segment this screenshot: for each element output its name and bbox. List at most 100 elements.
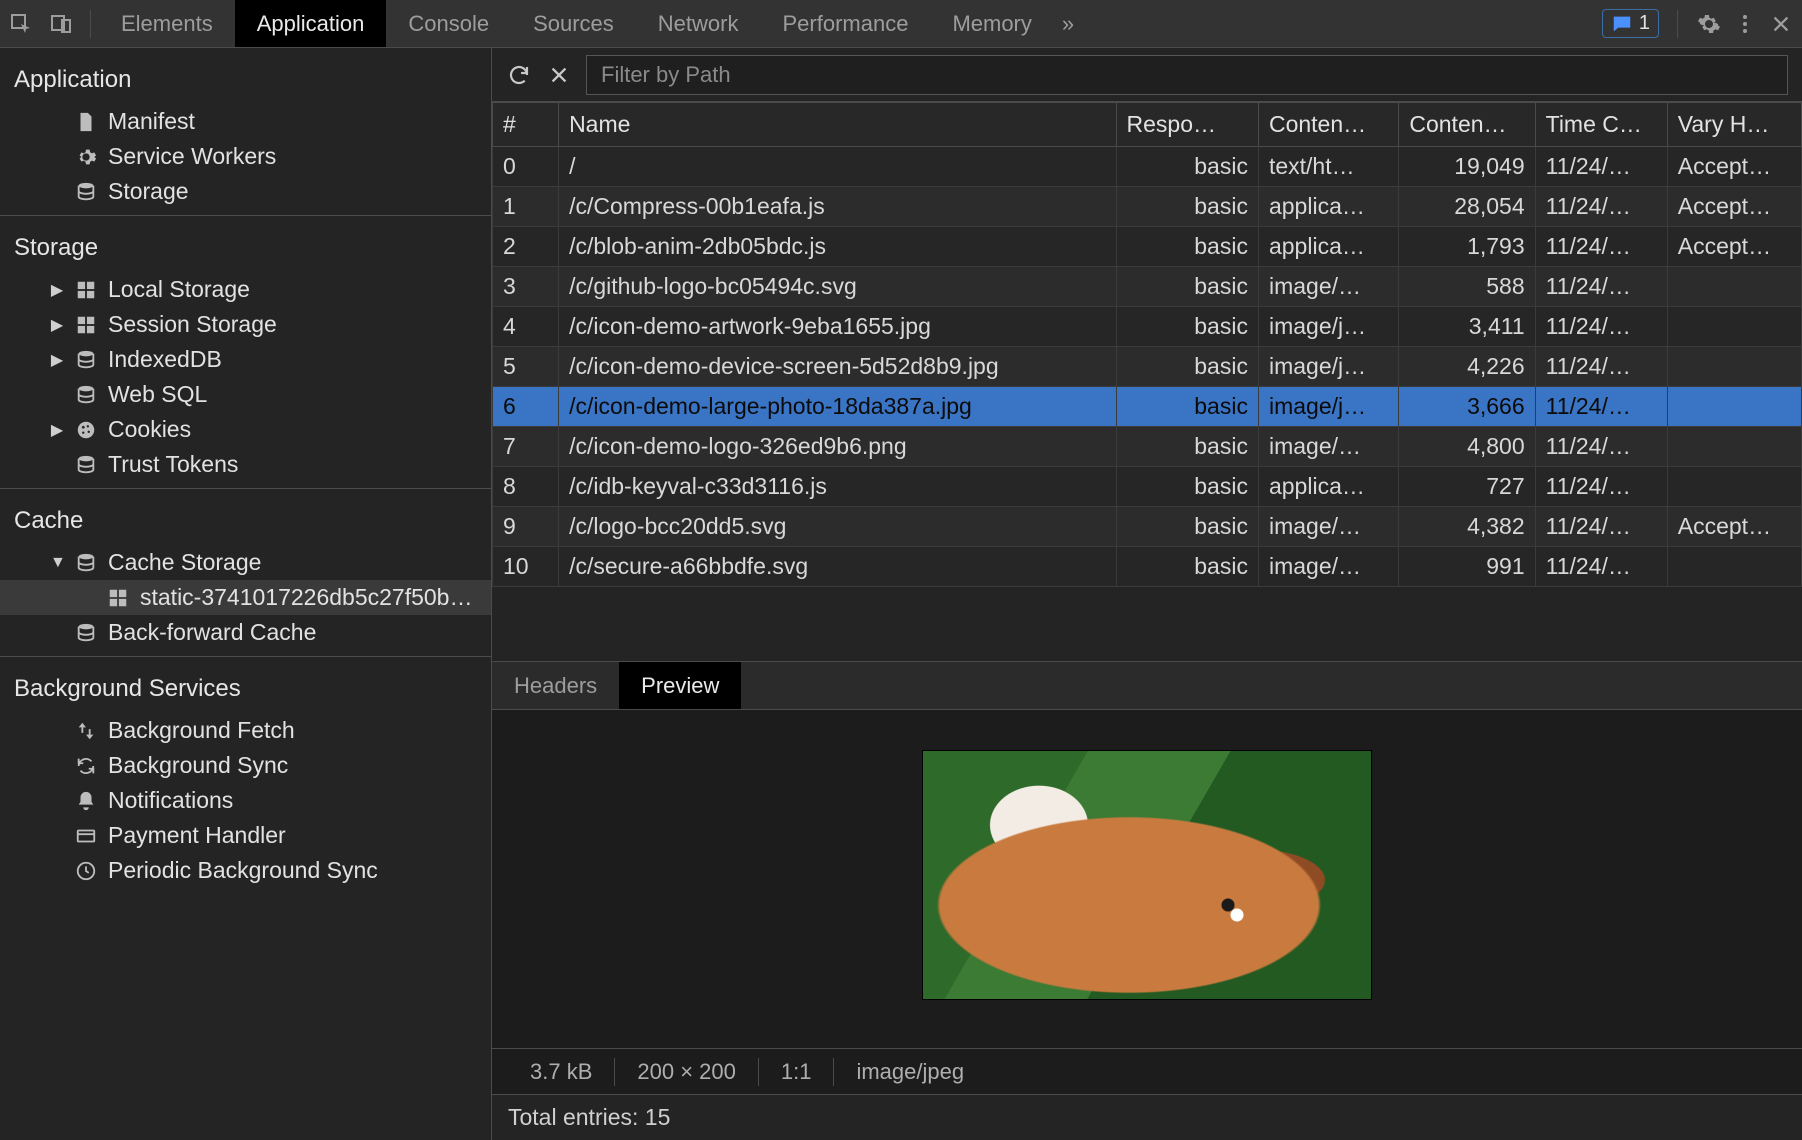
cache-content-pane: #NameRespo…Conten…Conten…Time C…Vary H… … bbox=[492, 48, 1802, 1140]
column-header[interactable]: Respo… bbox=[1116, 103, 1258, 147]
cell-idx: 4 bbox=[493, 307, 559, 347]
column-header[interactable]: Time C… bbox=[1535, 103, 1667, 147]
device-toggle-icon[interactable] bbox=[48, 11, 74, 37]
cell-vary: Accept… bbox=[1667, 147, 1801, 187]
column-header[interactable]: Vary H… bbox=[1667, 103, 1801, 147]
expand-caret-icon[interactable]: ▶ bbox=[50, 350, 64, 370]
database-icon bbox=[74, 180, 98, 204]
preview-tab-preview[interactable]: Preview bbox=[619, 662, 741, 709]
table-row[interactable]: 6/c/icon-demo-large-photo-18da387a.jpgba… bbox=[493, 387, 1802, 427]
more-tabs-button[interactable]: » bbox=[1054, 11, 1082, 37]
table-row[interactable]: 3/c/github-logo-bc05494c.svgbasicimage/…… bbox=[493, 267, 1802, 307]
tab-memory[interactable]: Memory bbox=[930, 0, 1053, 47]
sidebar-item[interactable]: Payment Handler bbox=[0, 818, 491, 853]
cell-time: 11/24/… bbox=[1535, 267, 1667, 307]
cell-time: 11/24/… bbox=[1535, 467, 1667, 507]
cell-vary bbox=[1667, 267, 1801, 307]
table-row[interactable]: 4/c/icon-demo-artwork-9eba1655.jpgbasici… bbox=[493, 307, 1802, 347]
sidebar-item-label: Manifest bbox=[108, 108, 195, 135]
sidebar-item-label: Local Storage bbox=[108, 276, 250, 303]
sidebar-item[interactable]: Trust Tokens bbox=[0, 447, 491, 482]
cell-ctype: applica… bbox=[1258, 227, 1398, 267]
sidebar-item[interactable]: ▶Cookies bbox=[0, 412, 491, 447]
tab-sources[interactable]: Sources bbox=[511, 0, 636, 47]
preview-zoom: 1:1 bbox=[759, 1059, 834, 1085]
cell-idx: 0 bbox=[493, 147, 559, 187]
column-header[interactable]: # bbox=[493, 103, 559, 147]
cell-idx: 7 bbox=[493, 427, 559, 467]
expand-caret-icon[interactable]: ▼ bbox=[50, 554, 64, 572]
sidebar-item[interactable]: Service Workers bbox=[0, 139, 491, 174]
delete-icon[interactable] bbox=[546, 62, 572, 88]
cell-time: 11/24/… bbox=[1535, 427, 1667, 467]
column-header[interactable]: Name bbox=[559, 103, 1116, 147]
tab-console[interactable]: Console bbox=[386, 0, 511, 47]
cell-vary bbox=[1667, 307, 1801, 347]
sidebar-item[interactable]: ▶IndexedDB bbox=[0, 342, 491, 377]
preview-tab-headers[interactable]: Headers bbox=[492, 662, 619, 709]
table-row[interactable]: 0/basictext/ht…19,04911/24/…Accept… bbox=[493, 147, 1802, 187]
cell-ctype: image/… bbox=[1258, 547, 1398, 587]
cell-resp: basic bbox=[1116, 507, 1258, 547]
sidebar-item[interactable]: ▶Session Storage bbox=[0, 307, 491, 342]
cell-idx: 5 bbox=[493, 347, 559, 387]
sidebar-item[interactable]: Background Sync bbox=[0, 748, 491, 783]
table-row[interactable]: 10/c/secure-a66bbdfe.svgbasicimage/…9911… bbox=[493, 547, 1802, 587]
sidebar-item[interactable]: Back-forward Cache bbox=[0, 615, 491, 650]
refresh-icon[interactable] bbox=[506, 62, 532, 88]
table-row[interactable]: 9/c/logo-bcc20dd5.svgbasicimage/…4,38211… bbox=[493, 507, 1802, 547]
expand-caret-icon[interactable]: ▶ bbox=[50, 280, 64, 300]
table-row[interactable]: 8/c/idb-keyval-c33d3116.jsbasicapplica…7… bbox=[493, 467, 1802, 507]
close-devtools-icon[interactable] bbox=[1768, 11, 1794, 37]
sidebar-item[interactable]: Storage bbox=[0, 174, 491, 209]
sidebar-item[interactable]: Notifications bbox=[0, 783, 491, 818]
sidebar-item[interactable]: Manifest bbox=[0, 104, 491, 139]
column-header[interactable]: Conten… bbox=[1399, 103, 1535, 147]
sidebar-item-label: Trust Tokens bbox=[108, 451, 238, 478]
sidebar-item[interactable]: Background Fetch bbox=[0, 713, 491, 748]
grid-icon bbox=[106, 586, 130, 610]
table-row[interactable]: 7/c/icon-demo-logo-326ed9b6.pngbasicimag… bbox=[493, 427, 1802, 467]
database-icon bbox=[74, 453, 98, 477]
settings-icon[interactable] bbox=[1696, 11, 1722, 37]
cell-ctype: applica… bbox=[1258, 187, 1398, 227]
cell-resp: basic bbox=[1116, 267, 1258, 307]
table-row[interactable]: 1/c/Compress-00b1eafa.jsbasicapplica…28,… bbox=[493, 187, 1802, 227]
preview-dimensions: 200 × 200 bbox=[615, 1059, 757, 1085]
cell-time: 11/24/… bbox=[1535, 307, 1667, 347]
cell-vary bbox=[1667, 467, 1801, 507]
cell-resp: basic bbox=[1116, 187, 1258, 227]
sidebar-item-label: Service Workers bbox=[108, 143, 276, 170]
filter-input[interactable] bbox=[586, 55, 1788, 95]
cell-time: 11/24/… bbox=[1535, 547, 1667, 587]
cell-clen: 28,054 bbox=[1399, 187, 1535, 227]
updown-icon bbox=[74, 719, 98, 743]
application-sidebar: ApplicationManifestService WorkersStorag… bbox=[0, 48, 492, 1140]
sidebar-item-label: Periodic Background Sync bbox=[108, 857, 378, 884]
sidebar-item[interactable]: Web SQL bbox=[0, 377, 491, 412]
cell-resp: basic bbox=[1116, 387, 1258, 427]
preview-image bbox=[922, 750, 1372, 1000]
tab-network[interactable]: Network bbox=[636, 0, 761, 47]
messages-badge[interactable]: 1 bbox=[1602, 9, 1659, 38]
cell-vary bbox=[1667, 347, 1801, 387]
cache-entries-table[interactable]: #NameRespo…Conten…Conten…Time C…Vary H… … bbox=[492, 102, 1802, 662]
sidebar-item[interactable]: static-3741017226db5c27f50b… bbox=[0, 580, 491, 615]
sidebar-item[interactable]: Periodic Background Sync bbox=[0, 853, 491, 888]
tab-application[interactable]: Application bbox=[235, 0, 387, 47]
column-header[interactable]: Conten… bbox=[1258, 103, 1398, 147]
inspect-icon[interactable] bbox=[8, 11, 34, 37]
expand-caret-icon[interactable]: ▶ bbox=[50, 315, 64, 335]
cell-time: 11/24/… bbox=[1535, 507, 1667, 547]
tab-performance[interactable]: Performance bbox=[760, 0, 930, 47]
tab-elements[interactable]: Elements bbox=[99, 0, 235, 47]
kebab-menu-icon[interactable] bbox=[1732, 11, 1758, 37]
sidebar-item[interactable]: ▼Cache Storage bbox=[0, 545, 491, 580]
sidebar-item[interactable]: ▶ Local Storage bbox=[0, 272, 491, 307]
cell-clen: 4,800 bbox=[1399, 427, 1535, 467]
sidebar-item-label: Payment Handler bbox=[108, 822, 286, 849]
table-row[interactable]: 2/c/blob-anim-2db05bdc.jsbasicapplica…1,… bbox=[493, 227, 1802, 267]
table-row[interactable]: 5/c/icon-demo-device-screen-5d52d8b9.jpg… bbox=[493, 347, 1802, 387]
expand-caret-icon[interactable]: ▶ bbox=[50, 420, 64, 440]
cell-name: /c/github-logo-bc05494c.svg bbox=[559, 267, 1116, 307]
